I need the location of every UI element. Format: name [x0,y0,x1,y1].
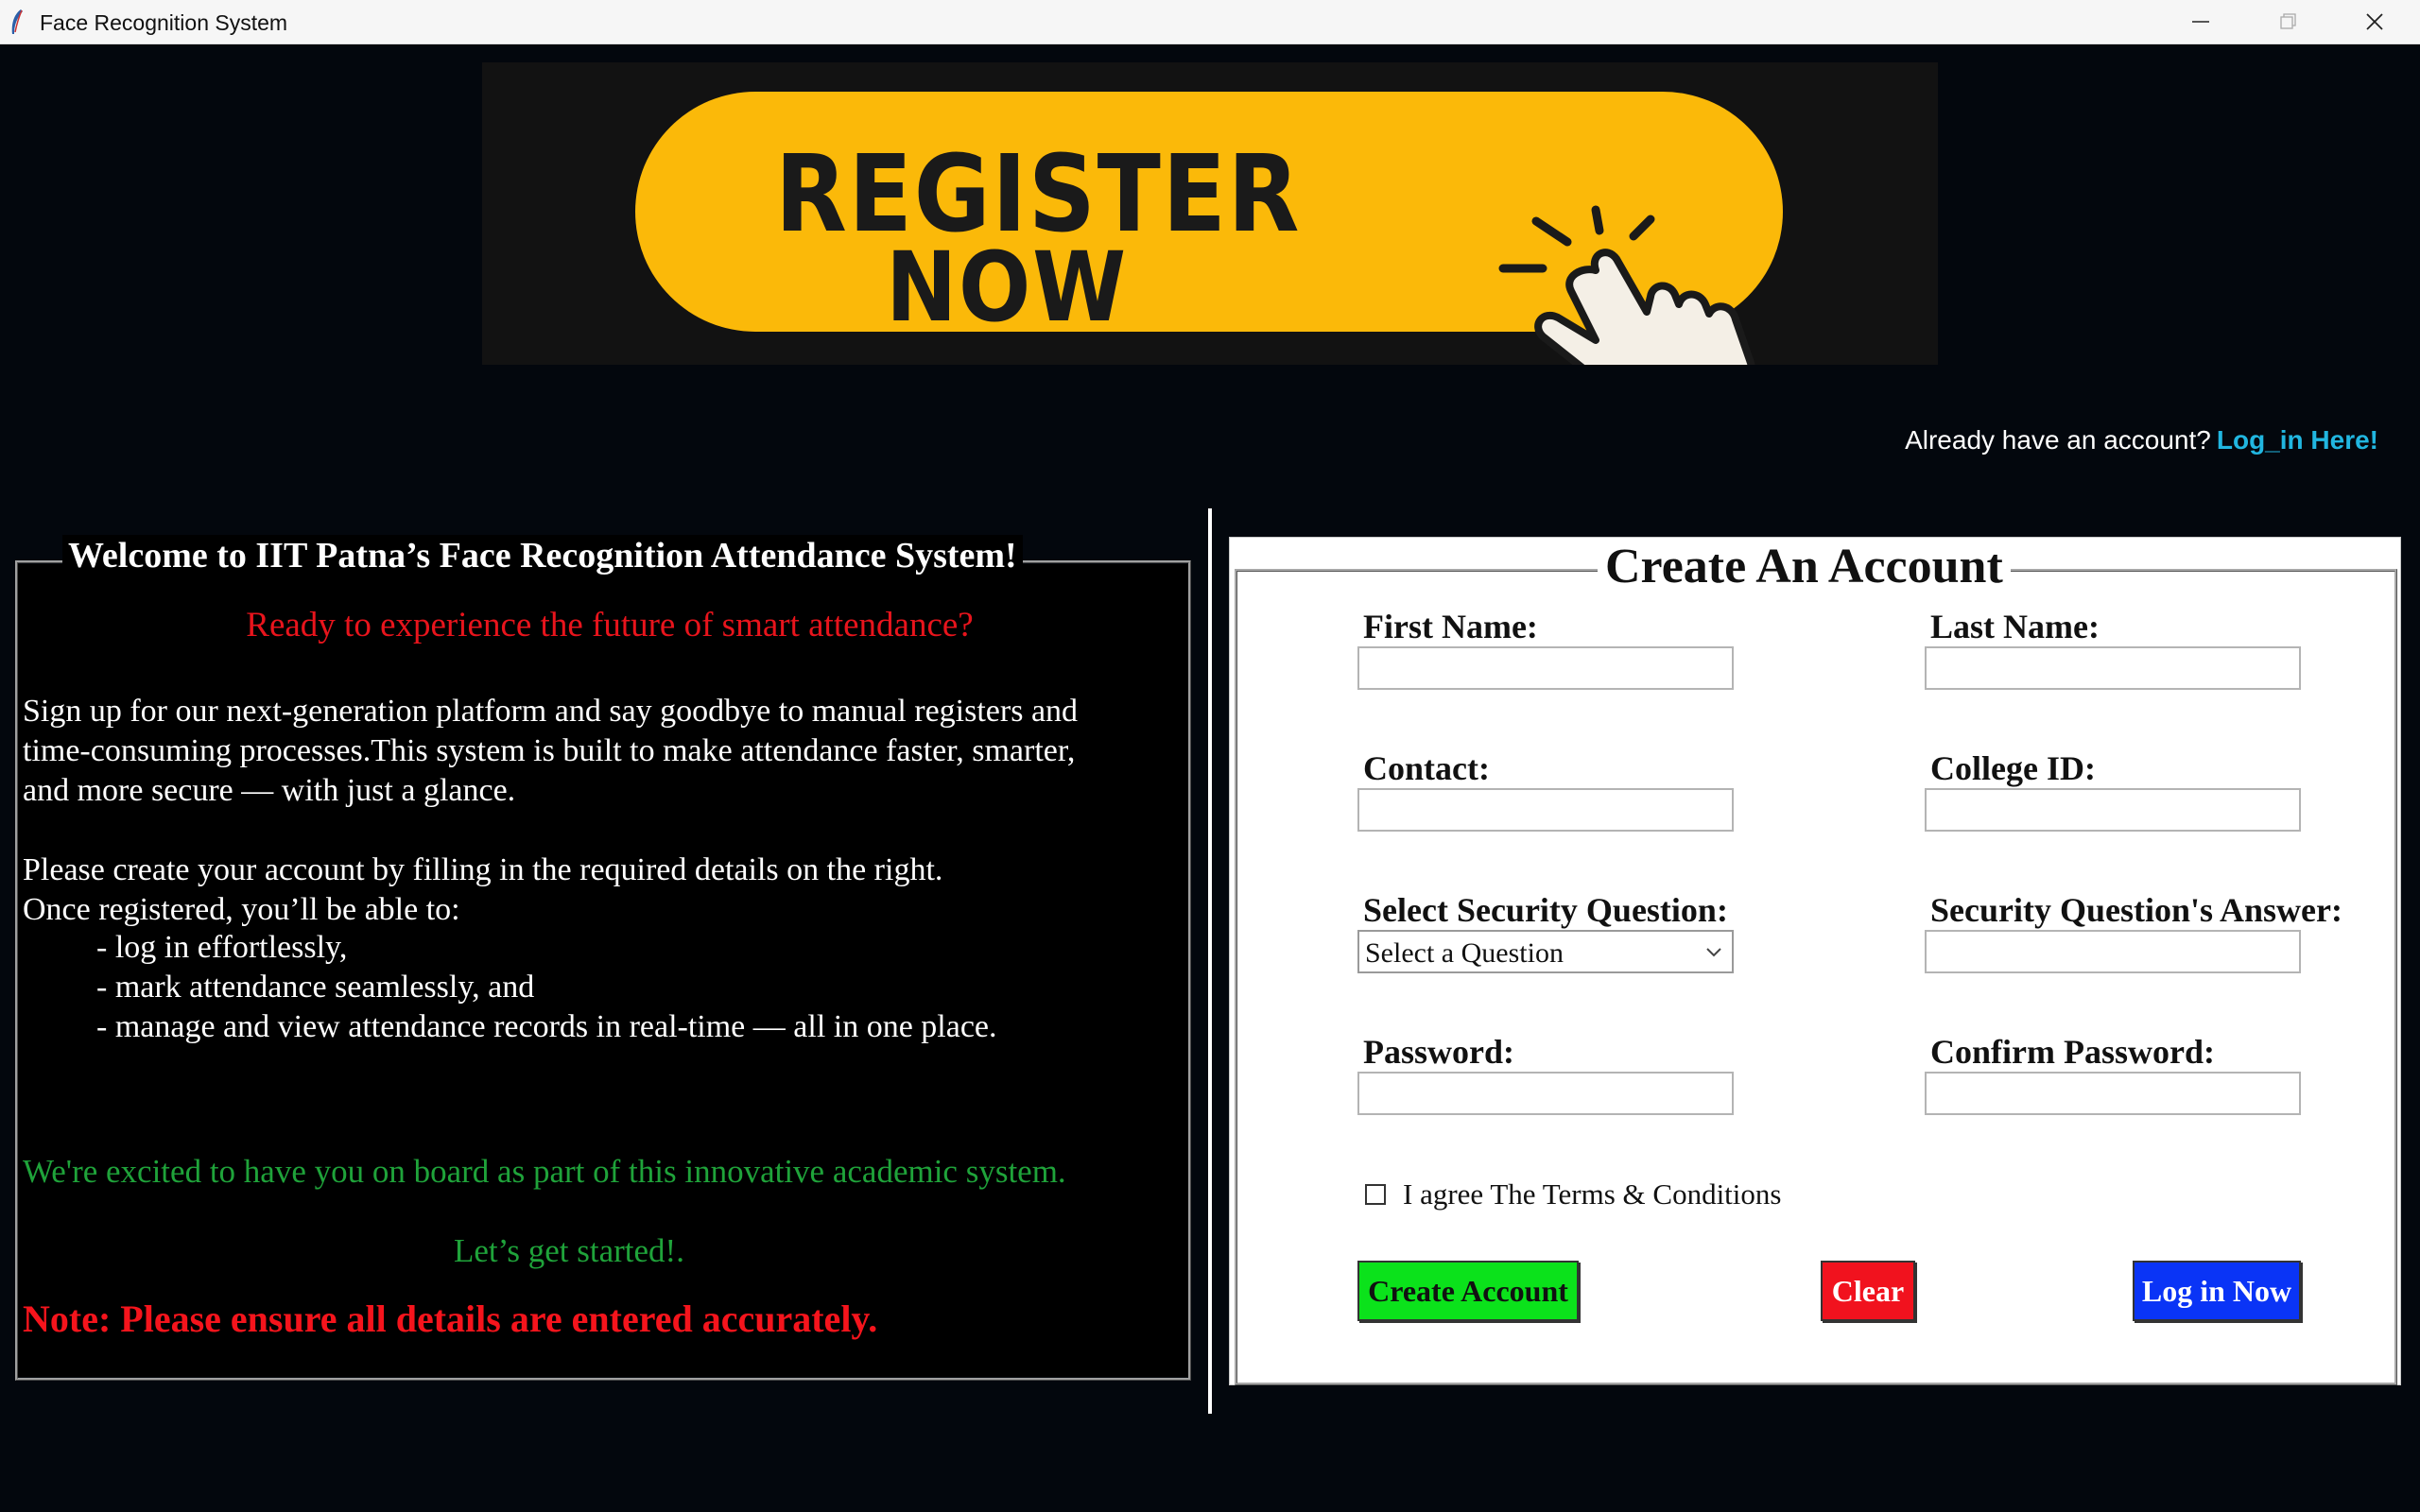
create-account-button[interactable]: Create Account [1357,1261,1579,1321]
intro-line-3: and more secure — with just a glance. [23,773,516,808]
confirm-password-field[interactable] [1925,1072,2301,1115]
security-answer-field[interactable] [1925,930,2301,973]
terms-agreement: I agree The Terms & Conditions [1365,1177,1781,1211]
maximize-button[interactable] [2244,0,2331,43]
terms-checkbox[interactable] [1365,1184,1386,1205]
password-label: Password: [1363,1033,1514,1071]
title-bar: Face Recognition System [0,0,2420,44]
benefit-bullet-3: - manage and view attendance records in … [96,1009,997,1044]
welcome-tagline: Ready to experience the future of smart … [246,606,974,644]
password-field[interactable] [1357,1072,1734,1115]
log-in-now-button[interactable]: Log in Now [2133,1261,2301,1321]
login-here-link[interactable]: Log_in Here! [2217,425,2378,455]
maximize-icon [2280,13,2296,29]
security-question-select[interactable]: Select a Question [1357,930,1734,973]
excited-message: We're excited to have you on board as pa… [23,1153,1066,1190]
banner-line-now: NOW [886,232,1128,344]
close-icon [2366,13,2383,30]
form-title: Create An Account [1598,539,2011,594]
contact-field[interactable] [1357,788,1734,832]
intro-line-2: time-consuming processes.This system is … [23,733,1076,768]
minimize-icon [2192,21,2209,23]
feather-icon [11,9,23,34]
pointing-hand-icon [1498,205,1755,365]
intro-line-1: Sign up for our next-generation platform… [23,694,1079,729]
college-id-field[interactable] [1925,788,2301,832]
accuracy-note: Note: Please ensure all details are ente… [23,1297,878,1340]
clear-button[interactable]: Clear [1821,1261,1915,1321]
last-name-field[interactable] [1925,646,2301,690]
minimize-button[interactable] [2157,0,2244,43]
contact-label: Contact: [1363,749,1490,787]
college-id-label: College ID: [1930,749,2096,787]
panel-divider [1208,508,1212,1414]
first-name-label: First Name: [1363,608,1538,645]
benefit-bullet-1: - log in effortlessly, [96,930,348,965]
instructions-line-2: Once registered, you’ll be able to: [23,892,460,927]
last-name-label: Last Name: [1930,608,2100,645]
first-name-field[interactable] [1357,646,1734,690]
security-answer-label: Security Question's Answer: [1930,891,2342,929]
instructions-line-1: Please create your account by filling in… [23,852,943,887]
security-question-label: Select Security Question: [1363,891,1728,929]
login-prompt-text: Already have an account? [1905,425,2211,455]
security-question-selected: Select a Question [1365,937,1564,969]
close-button[interactable] [2331,0,2418,43]
register-now-banner: REGISTER NOW [482,62,1938,365]
login-prompt: Already have an account? Log_in Here! [1905,425,2378,455]
terms-label: I agree The Terms & Conditions [1403,1177,1782,1211]
confirm-password-label: Confirm Password: [1930,1033,2215,1071]
welcome-title: Welcome to IIT Patna’s Face Recognition … [62,535,1023,576]
benefit-bullet-2: - mark attendance seamlessly, and [96,970,535,1005]
get-started-message: Let’s get started!. [454,1232,684,1269]
chevron-down-icon [1706,948,1721,957]
window-title: Face Recognition System [40,10,288,35]
